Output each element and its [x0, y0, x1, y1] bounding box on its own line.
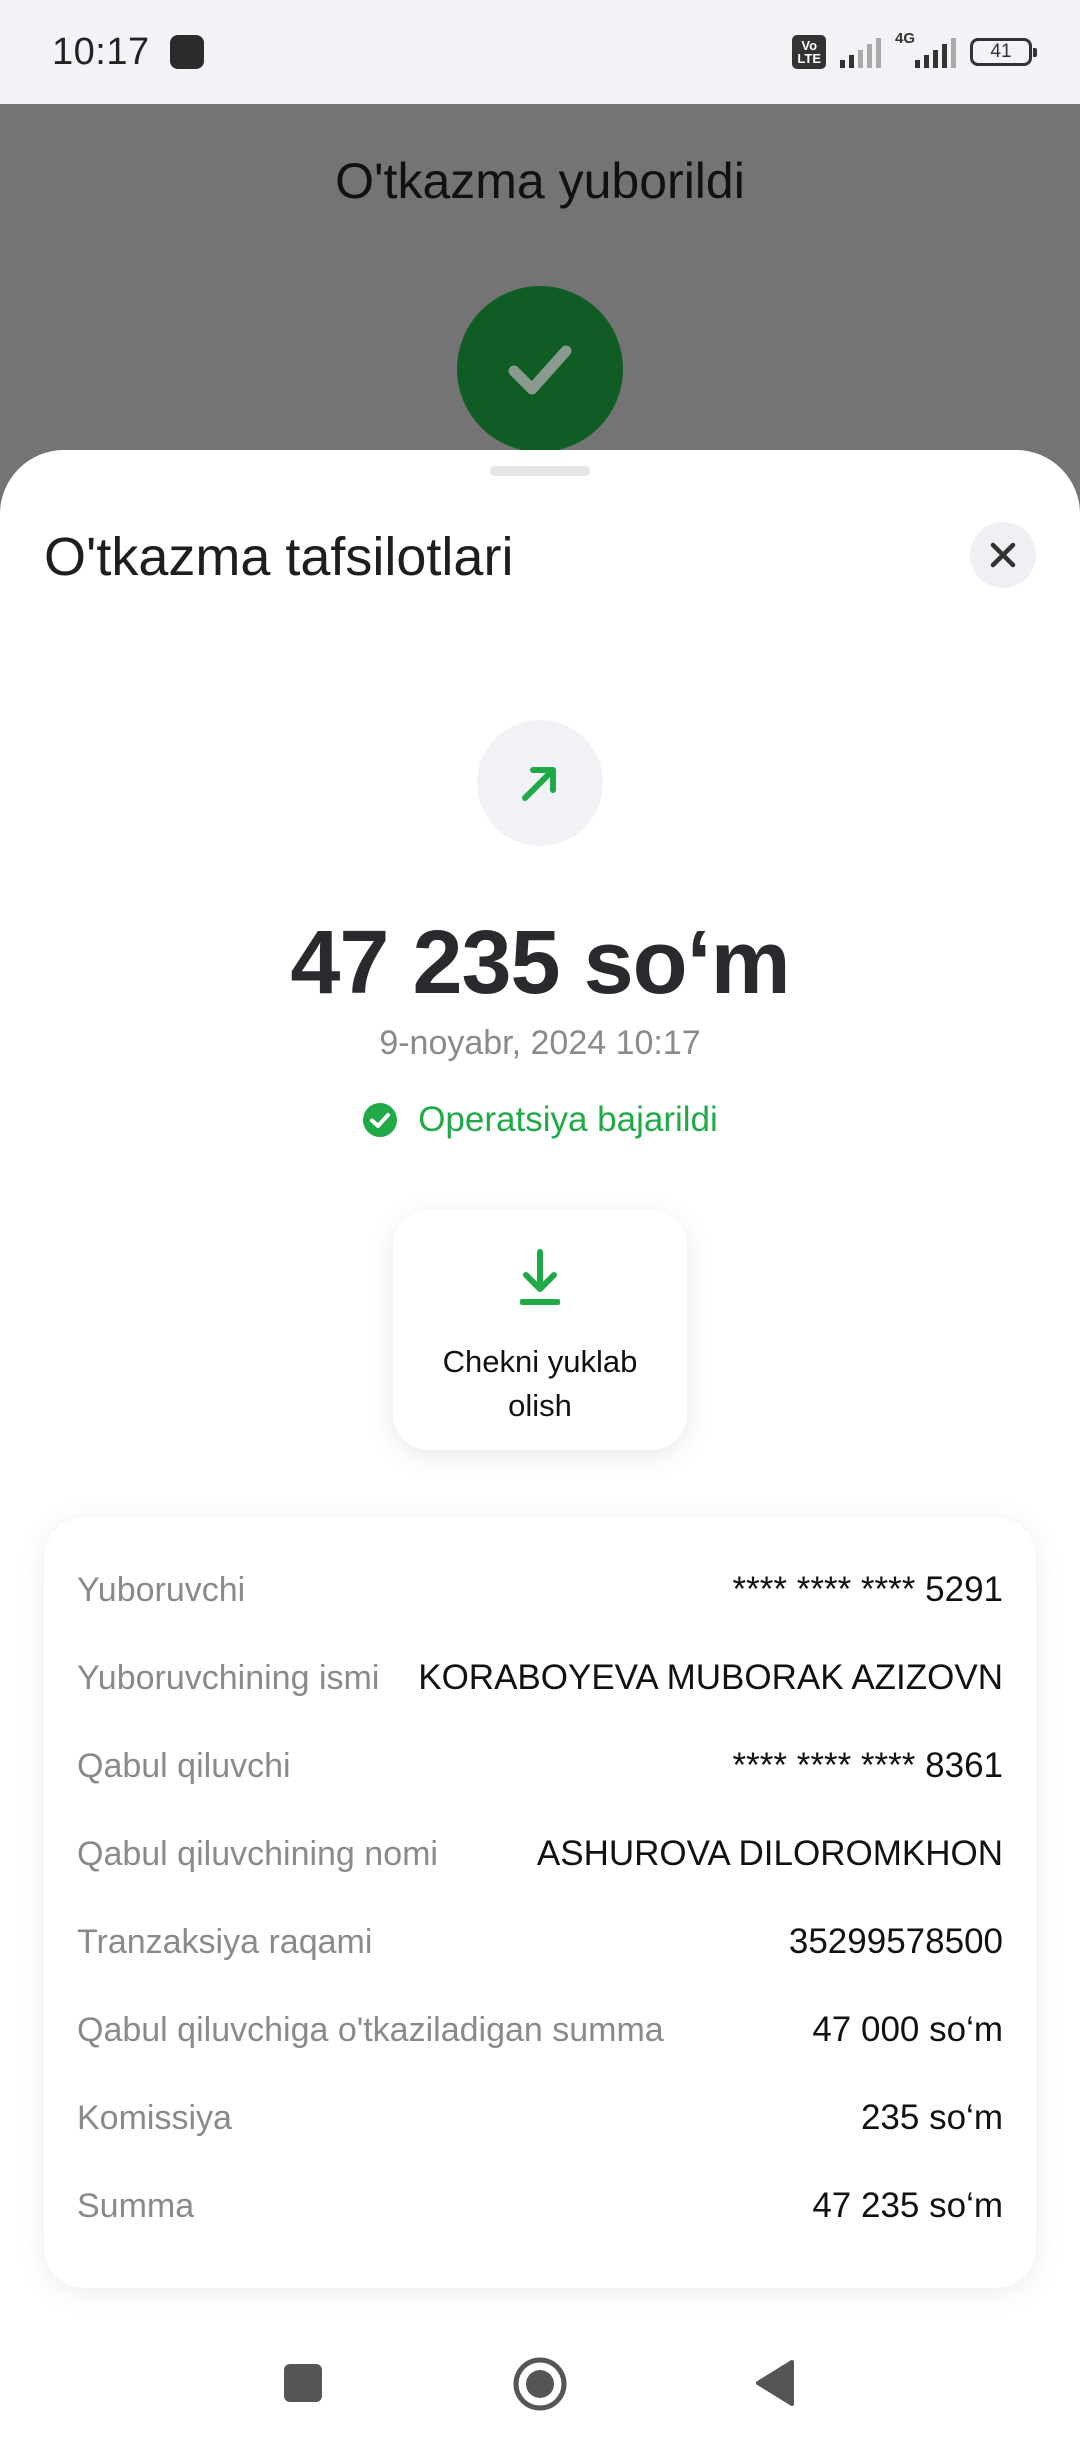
detail-value: 47 235 so‘m	[812, 2186, 1003, 2225]
close-button[interactable]	[970, 522, 1036, 588]
detail-value: 35299578500	[788, 1922, 1003, 1961]
detail-value: KORABOYEVA MUBORAK AZIZOVN	[418, 1658, 1003, 1697]
details-card: Yuboruvchi **** **** **** 5291 Yuboruvch…	[44, 1518, 1036, 2288]
detail-row-sender-name: Yuboruvchining ismi KORABOYEVA MUBORAK A…	[77, 1634, 1003, 1722]
battery-icon: 41	[970, 38, 1037, 66]
signal-1-icon	[840, 36, 881, 68]
detail-row-transaction-id: Tranzaksiya raqami 35299578500	[77, 1898, 1003, 1986]
close-icon	[990, 542, 1016, 568]
detail-key: Tranzaksiya raqami	[77, 1922, 373, 1961]
download-icon	[520, 1249, 560, 1305]
download-receipt-label: Chekni yuklab olish	[442, 1344, 638, 1423]
outgoing-transfer-badge	[477, 720, 603, 846]
network-type: 4G	[895, 30, 916, 47]
detail-row-total: Summa 47 235 so‘m	[77, 2162, 1003, 2250]
status-icons: Vo LTE 4G 41	[792, 30, 1037, 69]
back-triangle-icon[interactable]	[752, 2358, 796, 2408]
status-text: Operatsiya bajarildi	[418, 1100, 718, 1139]
operation-status: Operatsiya bajarildi	[0, 1100, 1080, 1140]
detail-value: 47 000 so‘m	[812, 2010, 1003, 2049]
detail-row-commission: Komissiya 235 so‘m	[77, 2074, 1003, 2162]
detail-key: Komissiya	[77, 2098, 232, 2137]
detail-value: **** **** **** 5291	[732, 1570, 1003, 1609]
detail-key: Summa	[77, 2186, 195, 2225]
status-bar: 10:17 Vo LTE 4G 41	[0, 0, 1080, 104]
transfer-amount: 47 235 so‘m	[290, 913, 790, 1013]
detail-row-recipient-name: Qabul qiluvchining nomi ASHUROVA DILOROM…	[77, 1810, 1003, 1898]
recents-square-icon[interactable]	[284, 2364, 322, 2402]
detail-key: Qabul qiluvchi	[77, 1746, 291, 1785]
detail-value: ASHUROVA DILOROMKHON	[536, 1834, 1003, 1873]
transfer-datetime: 9-noyabr, 2024 10:17	[379, 1024, 701, 1062]
signal-4g-icon: 4G	[895, 30, 956, 68]
detail-key: Qabul qiluvchining nomi	[77, 1834, 438, 1873]
app-notification-icon	[169, 35, 204, 69]
battery-level: 41	[990, 41, 1012, 62]
volte-icon: Vo LTE	[792, 35, 826, 69]
system-nav-bar	[0, 2328, 1080, 2460]
check-circle-icon	[363, 1103, 398, 1137]
detail-row-recipient-amount: Qabul qiluvchiga o'tkaziladigan summa 47…	[77, 1986, 1003, 2074]
detail-row-recipient-card: Qabul qiluvchi **** **** **** 8361	[77, 1722, 1003, 1810]
status-time: 10:17	[52, 30, 150, 73]
home-circle-icon[interactable]	[512, 2356, 568, 2412]
background-title: O'tkazma yuborildi	[335, 153, 745, 209]
detail-key: Yuboruvchining ismi	[77, 1658, 380, 1697]
detail-row-sender-card: Yuboruvchi **** **** **** 5291	[77, 1546, 1003, 1634]
success-check-icon	[457, 286, 623, 452]
sheet-title: O'tkazma tafsilotlari	[44, 527, 514, 587]
details-sheet: O'tkazma tafsilotlari 47 235 so‘m 9-noya…	[0, 450, 1080, 2460]
download-receipt-button[interactable]: Chekni yuklab olish	[393, 1210, 687, 1450]
sheet-drag-handle[interactable]	[490, 466, 590, 476]
detail-value: **** **** **** 8361	[732, 1746, 1003, 1785]
detail-key: Yuboruvchi	[77, 1570, 246, 1609]
arrow-up-right-icon	[522, 767, 556, 801]
detail-value: 235 so‘m	[860, 2098, 1003, 2137]
detail-key: Qabul qiluvchiga o'tkaziladigan summa	[77, 2010, 664, 2049]
